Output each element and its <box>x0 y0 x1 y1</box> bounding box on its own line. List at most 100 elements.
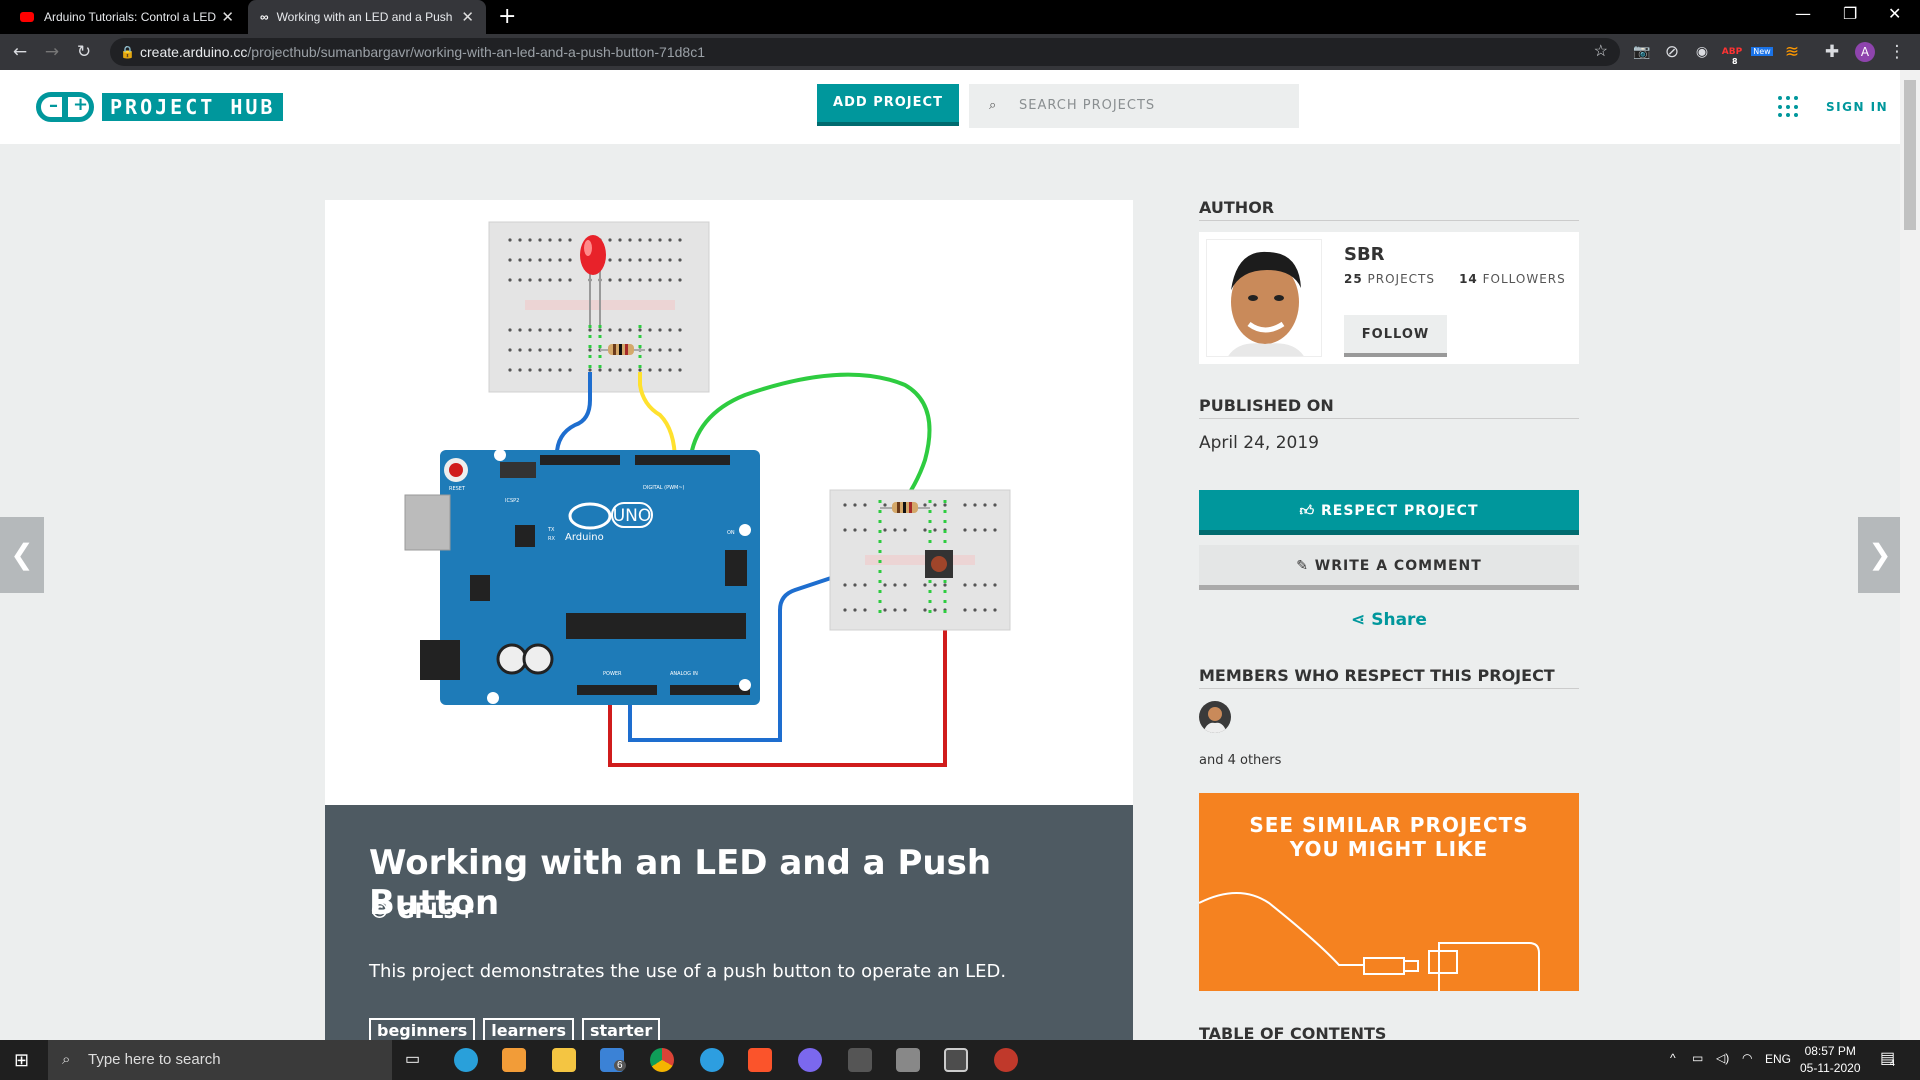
url-host: create.arduino.cc <box>140 44 248 60</box>
site-header: – + PROJECT HUB ADD PROJECT ⌕ SEARCH PRO… <box>0 70 1900 144</box>
extension-icon[interactable]: ≋ <box>1780 40 1804 64</box>
app-icon[interactable] <box>848 1048 872 1072</box>
extension-icon[interactable]: ◉ <box>1690 40 1714 64</box>
clock-time: 08:57 PM <box>1804 1044 1856 1058</box>
search-icon: ⌕ <box>62 1051 71 1068</box>
close-tab-icon[interactable]: ✕ <box>461 8 474 26</box>
extension-icon[interactable]: ⊘ <box>1660 40 1684 64</box>
adblock-extension-icon[interactable]: ABP 8 <box>1720 40 1744 66</box>
puzzle-extensions-icon[interactable]: ✚ <box>1820 40 1844 64</box>
calculator-icon[interactable] <box>896 1048 920 1072</box>
search-placeholder: SEARCH PROJECTS <box>1019 98 1156 113</box>
scrollbar-thumb[interactable] <box>1904 80 1916 230</box>
project-hub-logo[interactable]: – + PROJECT HUB <box>36 92 284 122</box>
wifi-icon[interactable]: ◠ <box>1742 1051 1752 1065</box>
bookmark-star-icon[interactable]: ☆ <box>1594 38 1608 66</box>
author-name[interactable]: SBR <box>1344 244 1385 265</box>
windows-start-icon[interactable]: ⊞ <box>14 1050 29 1071</box>
menu-kebab-icon[interactable]: ⋮ <box>1885 40 1909 64</box>
arduino-icon: ∞ <box>260 10 269 24</box>
similar-projects-banner[interactable]: SEE SIMILAR PROJECTS YOU MIGHT LIKE <box>1199 793 1579 991</box>
close-window-icon[interactable]: ✕ <box>1888 4 1901 23</box>
chrome-icon[interactable] <box>650 1048 674 1072</box>
followers-label: FOLLOWERS <box>1482 272 1566 286</box>
digital-label: DIGITAL (PWM~) <box>643 485 685 491</box>
respect-label: RESPECT PROJECT <box>1321 503 1479 519</box>
taskbar-search-input[interactable]: ⌕ Type here to search <box>48 1040 392 1080</box>
arduino-logo-icon: – + <box>36 92 94 122</box>
on-label: ON <box>727 530 735 536</box>
next-project-arrow[interactable]: ❯ <box>1858 517 1902 593</box>
power-label: POWER <box>603 671 622 677</box>
write-comment-button[interactable]: ✎ WRITE A COMMENT <box>1199 545 1579 590</box>
address-bar[interactable]: 🔒 create.arduino.cc/projecthub/sumanbarg… <box>110 38 1620 66</box>
back-icon[interactable]: ← <box>8 40 32 64</box>
tray-chevron-icon[interactable]: ^ <box>1670 1051 1676 1065</box>
volume-icon[interactable]: ◁) <box>1716 1051 1729 1065</box>
media-player-icon[interactable] <box>502 1048 526 1072</box>
reload-icon[interactable]: ↻ <box>72 40 96 64</box>
taskbar-search-placeholder: Type here to search <box>88 1051 221 1068</box>
clock-date: 05-11-2020 <box>1800 1061 1861 1075</box>
sign-in-link[interactable]: SIGN IN <box>1826 100 1888 114</box>
new-tab-icon[interactable]: + <box>498 4 516 29</box>
member-photo <box>1203 707 1227 733</box>
tab-title: Working with an LED and a Push <box>276 10 453 24</box>
system-clock[interactable]: 08:57 PM 05-11-2020 <box>1800 1043 1861 1077</box>
arduino-label: Arduino <box>565 532 604 543</box>
analog-label: ANALOG IN <box>670 671 698 677</box>
uno-label: UNO <box>613 506 652 526</box>
members-heading: MEMBERS WHO RESPECT THIS PROJECT <box>1199 666 1579 689</box>
browser-toolbar: ← → ↻ 🔒 create.arduino.cc/projecthub/sum… <box>0 34 1920 70</box>
edge-icon[interactable] <box>700 1048 724 1072</box>
profile-avatar[interactable]: A <box>1855 42 1875 62</box>
app-icon[interactable] <box>798 1048 822 1072</box>
file-explorer-icon[interactable] <box>552 1048 576 1072</box>
search-input[interactable]: ⌕ SEARCH PROJECTS <box>969 84 1299 128</box>
edit-icon: ✎ <box>1296 558 1309 574</box>
language-indicator[interactable]: ENG <box>1765 1052 1791 1066</box>
member-avatar[interactable] <box>1199 701 1231 733</box>
telegram-icon[interactable] <box>454 1048 478 1072</box>
add-project-button[interactable]: ADD PROJECT <box>817 84 959 126</box>
license-link[interactable]: © GPL3+ <box>369 899 476 923</box>
browser-tab-bar: Arduino Tutorials: Control a LED ✕ ∞ Wor… <box>0 0 1920 34</box>
youtube-icon <box>20 12 34 22</box>
apps-grid-icon[interactable] <box>1778 96 1800 118</box>
minimize-icon[interactable]: — <box>1795 4 1811 23</box>
close-tab-icon[interactable]: ✕ <box>221 8 234 26</box>
battery-icon[interactable]: ▭ <box>1692 1051 1703 1065</box>
store-icon[interactable] <box>944 1048 968 1072</box>
restore-icon[interactable]: ❐ <box>1843 4 1857 23</box>
tab-youtube[interactable]: Arduino Tutorials: Control a LED ✕ <box>8 0 246 34</box>
camera-extension-icon[interactable]: 📷 <box>1630 40 1654 64</box>
respect-others-count[interactable]: and 4 others <box>1199 753 1281 768</box>
author-heading: AUTHOR <box>1199 198 1579 221</box>
tab-project-hub[interactable]: ∞ Working with an LED and a Push ✕ <box>248 0 486 34</box>
respect-project-button[interactable]: 👍︎ RESPECT PROJECT <box>1199 490 1579 535</box>
mail-icon[interactable]: 6 <box>600 1048 626 1072</box>
new-extension-icon[interactable]: New <box>1750 40 1774 64</box>
follow-button[interactable]: FOLLOW <box>1344 315 1447 357</box>
share-link[interactable]: ⋖ Share <box>1199 610 1579 630</box>
app-icon[interactable] <box>994 1048 1018 1072</box>
forward-icon[interactable]: → <box>40 40 64 64</box>
author-photo <box>1207 240 1321 356</box>
task-view-icon[interactable]: ▭ <box>405 1049 420 1069</box>
logo-text: PROJECT HUB <box>102 93 284 121</box>
author-avatar[interactable] <box>1206 239 1322 357</box>
project-title: Working with an LED and a Push Button <box>369 843 992 923</box>
lock-icon: 🔒 <box>120 45 135 59</box>
tab-title: Arduino Tutorials: Control a LED <box>44 10 217 24</box>
share-label: Share <box>1371 610 1427 630</box>
brave-icon[interactable] <box>748 1048 772 1072</box>
share-icon: ⋖ <box>1351 610 1366 630</box>
project-info-panel: Working with an LED and a Push Button © … <box>325 805 1133 1048</box>
page-scrollbar[interactable] <box>1900 70 1920 1040</box>
icsp-label: ICSP2 <box>505 498 519 504</box>
notifications-icon[interactable]: ▤ 4 <box>1880 1048 1895 1068</box>
rx-label: RX <box>548 536 555 542</box>
prev-project-arrow[interactable]: ❮ <box>0 517 44 593</box>
published-heading: PUBLISHED ON <box>1199 396 1579 419</box>
similar-line-1: SEE SIMILAR PROJECTS <box>1249 813 1529 837</box>
